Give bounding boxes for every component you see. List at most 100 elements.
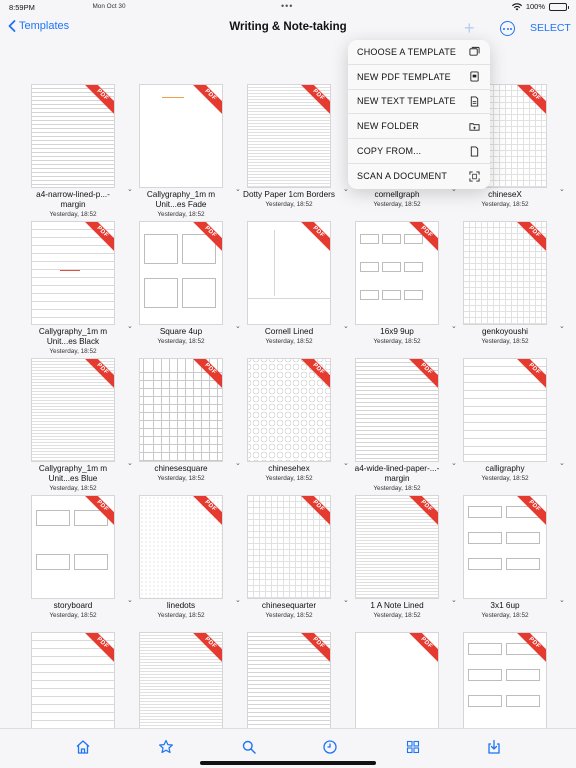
template-name: a4-narrow-lined-p...-margin <box>36 190 110 209</box>
chevron-down-icon[interactable]: ⌄ <box>343 185 349 193</box>
template-name: linedots <box>166 601 196 610</box>
menu-item-scan-document[interactable]: SCAN A DOCUMENT <box>348 164 490 189</box>
tab-search[interactable] <box>241 739 257 755</box>
template-thumbnail[interactable]: PDF <box>463 632 547 736</box>
frame-box <box>506 695 540 707</box>
chevron-down-icon[interactable]: ⌄ <box>235 596 241 604</box>
frame-box <box>144 234 178 264</box>
template-name: genkoyoushi <box>482 327 528 336</box>
template-thumbnail[interactable]: PDF <box>31 221 115 325</box>
template-date: Yesterday, 18:52 <box>481 612 529 619</box>
template-name: Cornell Lined <box>264 327 314 336</box>
frame-box <box>74 554 108 570</box>
frame-box <box>506 669 540 681</box>
template-thumbnail[interactable]: PDF <box>139 358 223 462</box>
frame-box <box>36 554 70 570</box>
template-name: cornellgraph <box>374 190 420 199</box>
chevron-down-icon[interactable]: ⌄ <box>235 322 241 330</box>
template-date: Yesterday, 18:52 <box>49 348 97 355</box>
menu-item-label: COPY FROM... <box>357 146 422 157</box>
accent-line <box>162 97 184 98</box>
tab-downloads[interactable] <box>486 739 502 755</box>
folder-add-icon <box>469 123 480 131</box>
template-thumbnail[interactable]: PDF <box>139 632 223 736</box>
chevron-down-icon[interactable]: ⌄ <box>559 596 565 604</box>
text-doc-icon <box>470 96 479 107</box>
frame-box <box>382 234 401 244</box>
template-name: 16x9 9up <box>380 327 414 336</box>
frame-box <box>506 558 540 570</box>
menu-item-new-text-template[interactable]: NEW TEXT TEMPLATE <box>348 90 490 115</box>
tab-favorites[interactable] <box>158 739 174 755</box>
frame-box <box>182 278 216 308</box>
chevron-down-icon[interactable]: ⌄ <box>451 459 457 467</box>
chevron-down-icon[interactable]: ⌄ <box>451 322 457 330</box>
chevron-down-icon[interactable]: ⌄ <box>559 322 565 330</box>
template-thumbnail[interactable]: PDF <box>139 221 223 325</box>
template-name: chineseX <box>488 190 522 199</box>
doc-icon <box>470 146 479 157</box>
menu-item-copy-from[interactable]: COPY FROM... <box>348 139 490 164</box>
chevron-down-icon[interactable]: ⌄ <box>127 459 133 467</box>
template-thumbnail[interactable]: PDF <box>247 632 331 736</box>
template-name: 3x1 6up <box>490 601 520 610</box>
template-thumbnail[interactable]: PDF <box>463 495 547 599</box>
template-thumbnail[interactable]: PDF <box>355 221 439 325</box>
template-thumbnail[interactable]: PDF <box>463 221 547 325</box>
template-name: chinesehex <box>268 464 310 473</box>
template-thumbnail[interactable]: PDF <box>31 84 115 188</box>
frame-box <box>468 558 502 570</box>
clock-icon <box>323 740 337 754</box>
tab-grid[interactable] <box>405 739 421 755</box>
frame-box <box>144 278 178 308</box>
template-thumbnail[interactable]: PDF <box>139 84 223 188</box>
template-thumbnail[interactable]: PDF <box>31 495 115 599</box>
frame-box <box>468 695 502 707</box>
template-thumbnail[interactable]: PDF <box>355 495 439 599</box>
tab-recent[interactable] <box>322 739 338 755</box>
template-thumbnail[interactable]: PDF <box>247 358 331 462</box>
template-thumbnail[interactable]: PDF <box>31 358 115 462</box>
chevron-down-icon[interactable]: ⌄ <box>451 596 457 604</box>
template-date: Yesterday, 18:52 <box>49 485 97 492</box>
download-icon <box>488 739 500 754</box>
chevron-down-icon[interactable]: ⌄ <box>343 596 349 604</box>
chevron-down-icon[interactable]: ⌄ <box>343 322 349 330</box>
template-thumbnail[interactable]: PDF <box>355 358 439 462</box>
chevron-down-icon[interactable]: ⌄ <box>235 459 241 467</box>
template-date: Yesterday, 18:52 <box>481 338 529 345</box>
template-thumbnail[interactable]: PDF <box>31 632 115 736</box>
chevron-down-icon[interactable]: ⌄ <box>559 459 565 467</box>
chevron-down-icon[interactable]: ⌄ <box>559 185 565 193</box>
template-date: Yesterday, 18:52 <box>481 475 529 482</box>
accent-line <box>60 270 80 271</box>
menu-item-new-pdf-template[interactable]: NEW PDF TEMPLATE <box>348 65 490 90</box>
chevron-down-icon[interactable]: ⌄ <box>127 185 133 193</box>
chevron-down-icon[interactable]: ⌄ <box>127 322 133 330</box>
tab-home[interactable] <box>75 739 91 755</box>
template-name: chinesequarter <box>261 601 317 610</box>
template-thumbnail[interactable]: PDF <box>355 632 439 736</box>
menu-item-choose-template[interactable]: CHOOSE A TEMPLATE <box>348 40 490 65</box>
template-thumbnail[interactable]: PDF <box>139 495 223 599</box>
chevron-down-icon[interactable]: ⌄ <box>235 185 241 193</box>
menu-item-new-folder[interactable]: NEW FOLDER <box>348 114 490 140</box>
scan-icon <box>469 171 480 182</box>
frame-box <box>360 234 379 244</box>
template-thumbnail[interactable]: PDF <box>247 84 331 188</box>
template-thumbnail[interactable]: PDF <box>463 358 547 462</box>
template-thumbnail[interactable]: PDF <box>247 221 331 325</box>
template-name: Callygraphy_1m m Unit...es Blue <box>38 464 108 483</box>
template-date: Yesterday, 18:52 <box>373 612 421 619</box>
template-name: Dotty Paper 1cm Borders <box>243 190 335 199</box>
template-date: Yesterday, 18:52 <box>49 612 97 619</box>
chevron-down-icon[interactable]: ⌄ <box>343 459 349 467</box>
chevron-down-icon[interactable]: ⌄ <box>127 596 133 604</box>
template-thumbnail[interactable]: PDF <box>247 495 331 599</box>
template-date: Yesterday, 18:52 <box>373 485 421 492</box>
template-date: Yesterday, 18:52 <box>265 201 313 208</box>
frame-box <box>506 532 540 544</box>
frame-box <box>404 290 423 300</box>
template-name: Callygraphy_1m m Unit...es Fade <box>146 190 216 209</box>
pdf-doc-icon <box>470 71 479 82</box>
